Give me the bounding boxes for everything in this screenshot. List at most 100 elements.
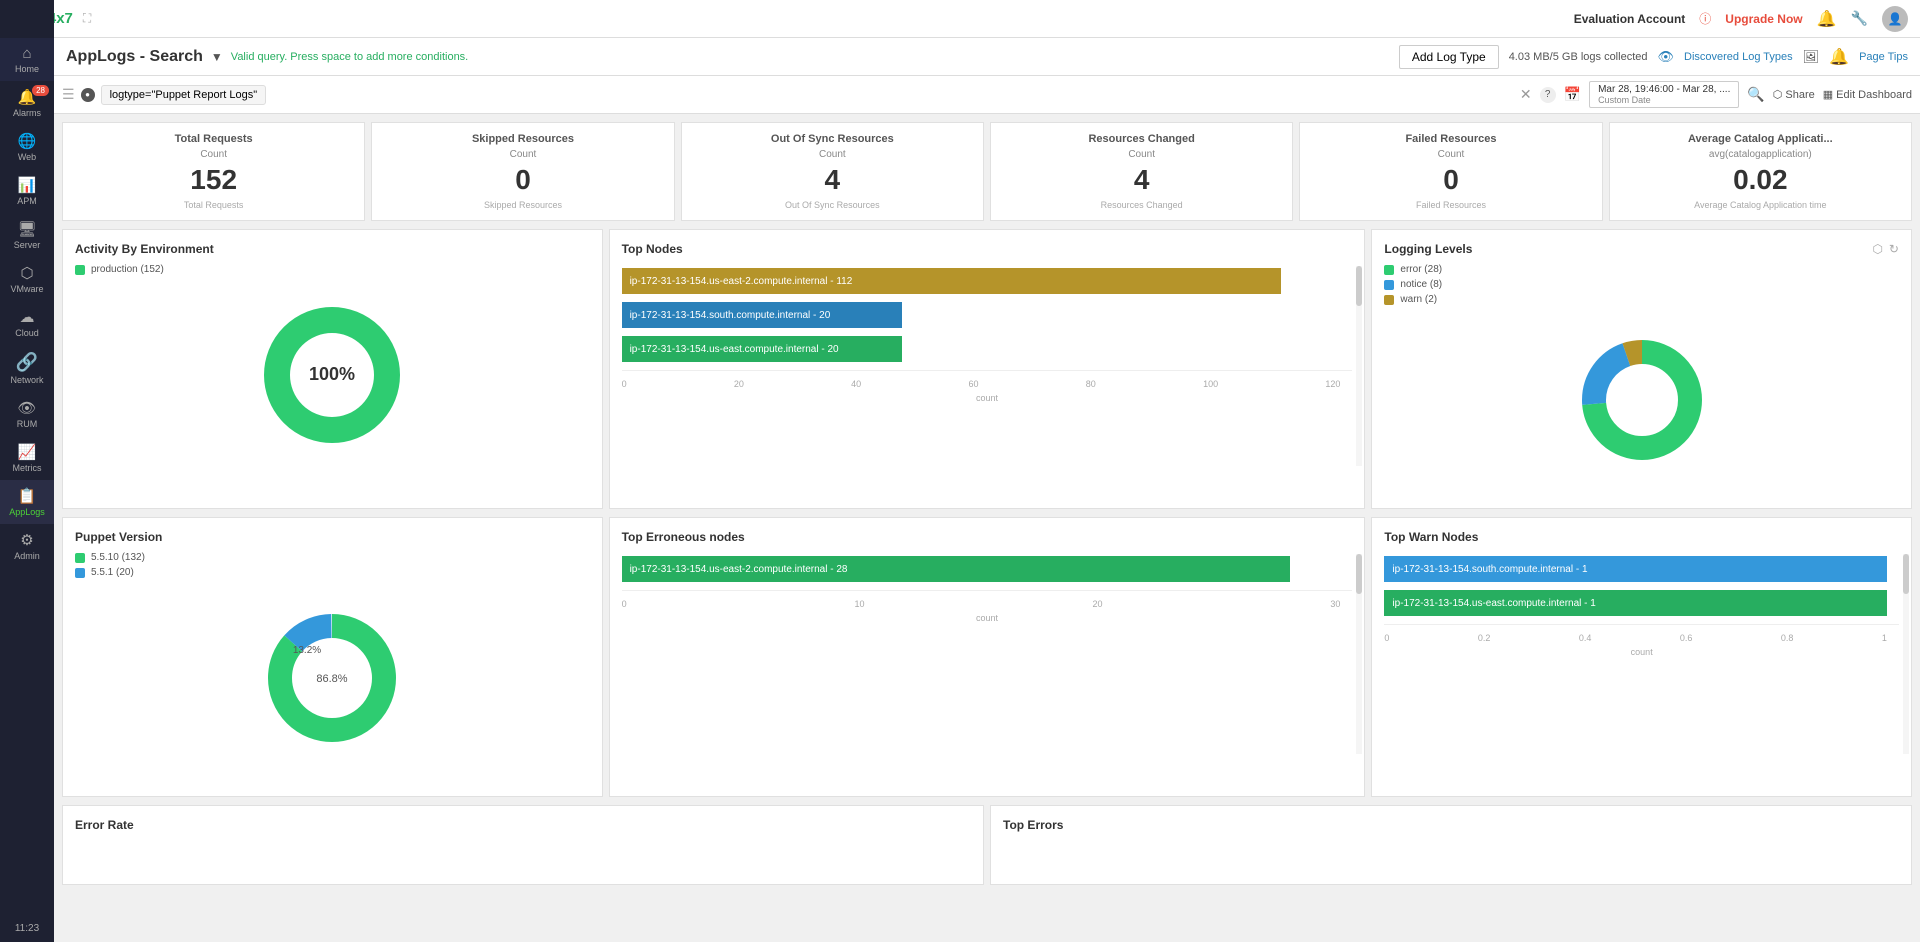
- top-nodes-axis: 020406080100120: [622, 370, 1353, 389]
- top-warn-title: Top Warn Nodes: [1384, 530, 1899, 544]
- expand-icon[interactable]: ⛶: [83, 11, 91, 26]
- dropdown-arrow-icon[interactable]: ▼: [211, 50, 223, 64]
- top-nodes-scrollbar[interactable]: [1356, 266, 1362, 466]
- metric-footer: Resources Changed: [1001, 200, 1282, 210]
- rum-icon: 👁: [17, 399, 36, 417]
- grid-icon: ▦: [1823, 88, 1833, 101]
- sidebar-item-web[interactable]: 🌐 Web: [0, 125, 54, 169]
- logging-legend: error (28) notice (8) warn (2): [1384, 264, 1899, 305]
- top-nodes-axis-label: count: [622, 389, 1353, 403]
- help-circle[interactable]: ?: [1540, 87, 1556, 103]
- bar-item-1: ip-172-31-13-154.us-east-2.compute.inter…: [622, 268, 1341, 294]
- calendar-icon[interactable]: 📅: [1564, 86, 1581, 103]
- share-button[interactable]: ⬡ Share: [1773, 88, 1815, 101]
- metric-title: Average Catalog Applicati...: [1620, 133, 1901, 145]
- logging-levels-card: Logging Levels ⬡ ↻ error (28) notice (8): [1371, 229, 1912, 509]
- metric-subtitle: avg(catalogapplication): [1620, 149, 1901, 160]
- date-label-text: Custom Date: [1598, 95, 1730, 105]
- sidebar-item-cloud[interactable]: ☁ Cloud: [0, 301, 54, 345]
- home-icon: ⌂: [22, 45, 31, 62]
- search-button[interactable]: 🔍: [1747, 86, 1764, 103]
- top-errors-card: Top Errors: [990, 805, 1912, 885]
- vmware-icon: ⬡: [20, 264, 33, 282]
- metric-title: Out Of Sync Resources: [692, 133, 973, 145]
- sidebar-item-home[interactable]: ⌂ Home: [0, 38, 54, 81]
- sidebar-item-rum[interactable]: 👁 RUM: [0, 392, 54, 436]
- top-erroneous-card: Top Erroneous nodes ip-172-31-13-154.us-…: [609, 517, 1366, 797]
- top-errors-title: Top Errors: [1003, 818, 1899, 832]
- orange-notification-icon[interactable]: 🔔: [1829, 47, 1849, 67]
- sidebar-item-alarms[interactable]: 🔔 Alarms 28: [0, 81, 54, 125]
- server-icon: 🖥: [17, 220, 36, 238]
- activity-donut-chart: 100%: [252, 295, 412, 455]
- metric-subtitle: Count: [382, 149, 663, 160]
- bar-1: ip-172-31-13-154.us-east-2.compute.inter…: [622, 268, 1281, 294]
- alarms-badge: 28: [32, 85, 49, 96]
- sidebar-item-apm[interactable]: 📊 APM: [0, 169, 54, 213]
- filter-icon: ☰: [62, 86, 75, 103]
- top-nodes-title: Top Nodes: [622, 242, 1353, 256]
- erroneous-scrollbar[interactable]: [1356, 554, 1362, 754]
- metrics-icon: 📈: [18, 443, 37, 461]
- global-topbar-right: Evaluation Account ⓘ Upgrade Now 🔔 🔧 👤: [1574, 6, 1908, 32]
- warn-bar-1: ip-172-31-13-154.south.compute.internal …: [1384, 556, 1887, 582]
- warn-legend-dot: [1384, 295, 1394, 305]
- bell-icon[interactable]: 🔔: [1817, 9, 1837, 29]
- page-tips-link[interactable]: Page Tips: [1859, 51, 1908, 63]
- top-erroneous-title: Top Erroneous nodes: [622, 530, 1353, 544]
- error-legend-dot: [1384, 265, 1394, 275]
- activity-legend: production (152): [75, 264, 590, 275]
- upgrade-link[interactable]: Upgrade Now: [1725, 12, 1802, 26]
- erroneous-axis: 0102030: [622, 590, 1353, 609]
- svg-text:100%: 100%: [309, 364, 355, 384]
- add-log-type-button[interactable]: Add Log Type: [1399, 45, 1499, 69]
- bar-item-2: ip-172-31-13-154.south.compute.internal …: [622, 302, 1341, 328]
- web-icon: 🌐: [18, 132, 37, 150]
- top-nodes-card: Top Nodes ip-172-31-13-154.us-east-2.com…: [609, 229, 1366, 509]
- eval-account-label: Evaluation Account: [1574, 12, 1686, 26]
- logging-levels-actions: ⬡ ↻: [1872, 242, 1899, 256]
- edit-dashboard-button[interactable]: ▦ Edit Dashboard: [1823, 88, 1912, 101]
- top-nodes-bars: ip-172-31-13-154.us-east-2.compute.inter…: [622, 268, 1353, 362]
- global-topbar: Site24x7 ⛶ Evaluation Account ⓘ Upgrade …: [0, 0, 1920, 38]
- storage-label: 4.03 MB/5 GB logs collected: [1509, 51, 1648, 63]
- search-tag[interactable]: logtype="Puppet Report Logs": [101, 85, 267, 105]
- charts-row-1: Activity By Environment production (152)…: [62, 229, 1912, 509]
- error-rate-card: Error Rate: [62, 805, 984, 885]
- metric-subtitle: Count: [692, 149, 973, 160]
- sidebar-item-applogs[interactable]: 📋 AppLogs: [0, 480, 54, 524]
- puppet-version-title: Puppet Version: [75, 530, 590, 544]
- puppet-version-card: Puppet Version 5.5.10 (132) 5.5.1 (20): [62, 517, 603, 797]
- date-range-button[interactable]: Mar 28, 19:46:00 - Mar 28, .... Custom D…: [1589, 81, 1739, 108]
- sidebar-item-metrics[interactable]: 📈 Metrics: [0, 436, 54, 480]
- metric-value: 152: [73, 164, 354, 196]
- warn-bar-item-1: ip-172-31-13-154.south.compute.internal …: [1384, 556, 1887, 582]
- avatar[interactable]: 👤: [1882, 6, 1908, 32]
- top-warn-bars: ip-172-31-13-154.south.compute.internal …: [1384, 556, 1899, 616]
- scrollbar-thumb: [1356, 266, 1362, 306]
- sidebar-item-vmware[interactable]: ⬡ VMware: [0, 257, 54, 301]
- metric-value: 0: [1310, 164, 1591, 196]
- applogs-icon: 📋: [18, 487, 37, 505]
- sidebar-item-network[interactable]: 🔗 Network: [0, 345, 54, 392]
- photo-icon[interactable]: 🖼: [1803, 49, 1820, 65]
- expand-card-button[interactable]: ⬡: [1872, 242, 1882, 256]
- close-x-icon[interactable]: ✕: [1520, 86, 1532, 103]
- info-icon: ⓘ: [1699, 10, 1711, 27]
- warn-scrollbar-thumb: [1903, 554, 1909, 594]
- discovered-log-types-link[interactable]: Discovered Log Types: [1684, 51, 1793, 63]
- metric-value: 4: [692, 164, 973, 196]
- sidebar-time: 11:23: [15, 915, 39, 942]
- wrench-icon[interactable]: 🔧: [1851, 10, 1868, 27]
- refresh-card-button[interactable]: ↻: [1889, 242, 1899, 256]
- sidebar-item-server[interactable]: 🖥 Server: [0, 213, 54, 257]
- erroneous-scrollbar-thumb: [1356, 554, 1362, 594]
- metric-card-out-of-sync: Out Of Sync Resources Count 4 Out Of Syn…: [681, 122, 984, 221]
- metric-footer: Failed Resources: [1310, 200, 1591, 210]
- warn-scrollbar[interactable]: [1903, 554, 1909, 754]
- activity-donut-container: 100%: [75, 285, 590, 465]
- svg-text:86.8%: 86.8%: [317, 673, 348, 685]
- applogs-header: AppLogs - Search ▼ Valid query. Press sp…: [54, 38, 1920, 76]
- search-tag-text: logtype="Puppet Report Logs": [110, 89, 258, 101]
- sidebar-item-admin[interactable]: ⚙ Admin: [0, 524, 54, 568]
